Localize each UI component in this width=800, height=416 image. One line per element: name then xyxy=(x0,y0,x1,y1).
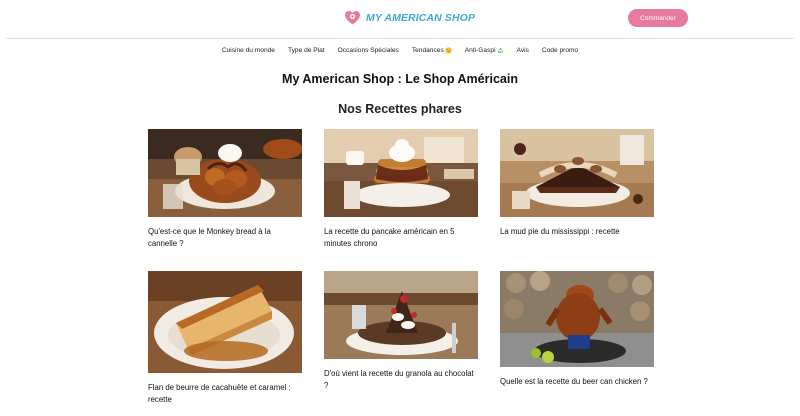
nav-item-label: Avis xyxy=(516,46,529,54)
site-header: MY AMERICAN SHOP Commander xyxy=(0,0,800,38)
nav-item-label: Anti-Gaspi xyxy=(464,46,496,54)
recipe-card[interactable]: La mud pie du mississippi : recette xyxy=(500,129,654,238)
order-button[interactable]: Commander xyxy=(628,9,688,27)
recipe-title[interactable]: La mud pie du mississippi : recette xyxy=(500,226,654,238)
nav-item-label: Tendances xyxy=(411,46,444,54)
recipe-title[interactable]: Flan de beurre de cacahuète et caramel :… xyxy=(148,382,302,405)
recipe-card[interactable]: La recette du pancake américain en 5 min… xyxy=(324,129,478,249)
brand-name: MY AMERICAN SHOP xyxy=(366,11,475,24)
brand-logo[interactable]: MY AMERICAN SHOP xyxy=(344,9,475,26)
beer-can-chicken-photo[interactable] xyxy=(500,271,654,367)
nav-item-label: Type de Plat xyxy=(287,46,325,54)
pancake-photo[interactable] xyxy=(324,129,478,217)
nav-item-cuisine-du-monde[interactable]: Cuisine du monde xyxy=(215,44,281,56)
nav-item-label: Cuisine du monde xyxy=(221,46,275,54)
flan-photo[interactable] xyxy=(148,271,302,373)
granola-photo[interactable] xyxy=(324,271,478,359)
recipe-title[interactable]: La recette du pancake américain en 5 min… xyxy=(324,226,478,249)
nav-item-anti-gaspi[interactable]: Anti-Gaspi xyxy=(458,44,510,56)
recipe-title[interactable]: Quelle est la recette du beer can chicke… xyxy=(500,376,654,388)
nav-item-tendances[interactable]: Tendances xyxy=(405,44,458,56)
monkey-bread-photo[interactable] xyxy=(148,129,302,217)
nav-item-avis[interactable]: Avis xyxy=(510,44,535,56)
section-title: Nos Recettes phares xyxy=(338,102,462,116)
main-nav: Cuisine du monde Type de Plat Occasions … xyxy=(0,44,800,56)
recipe-title[interactable]: D'où vient la recette du granola au choc… xyxy=(324,368,478,391)
header-divider xyxy=(6,38,794,39)
nav-item-type-de-plat[interactable]: Type de Plat xyxy=(281,44,331,56)
heart-logo-icon xyxy=(344,9,361,26)
recipe-title[interactable]: Qu'est-ce que le Monkey bread à la canne… xyxy=(148,226,302,249)
mud-pie-photo[interactable] xyxy=(500,129,654,217)
nav-item-occasions-speciales[interactable]: Occasions Spéciales xyxy=(331,44,405,56)
recycle-emoji-icon xyxy=(497,47,504,54)
recipe-card[interactable]: Flan de beurre de cacahuète et caramel :… xyxy=(148,271,302,405)
heart-eyes-emoji-icon xyxy=(445,46,452,54)
page-title: My American Shop : Le Shop Américain xyxy=(282,72,518,86)
recipe-card[interactable]: D'où vient la recette du granola au choc… xyxy=(324,271,478,391)
recipe-card[interactable]: Qu'est-ce que le Monkey bread à la canne… xyxy=(148,129,302,249)
recipe-card[interactable]: Quelle est la recette du beer can chicke… xyxy=(500,271,654,388)
nav-item-label: Occasions Spéciales xyxy=(337,46,399,54)
nav-item-code-promo[interactable]: Code promo xyxy=(535,44,584,56)
nav-item-label: Code promo xyxy=(541,46,579,54)
